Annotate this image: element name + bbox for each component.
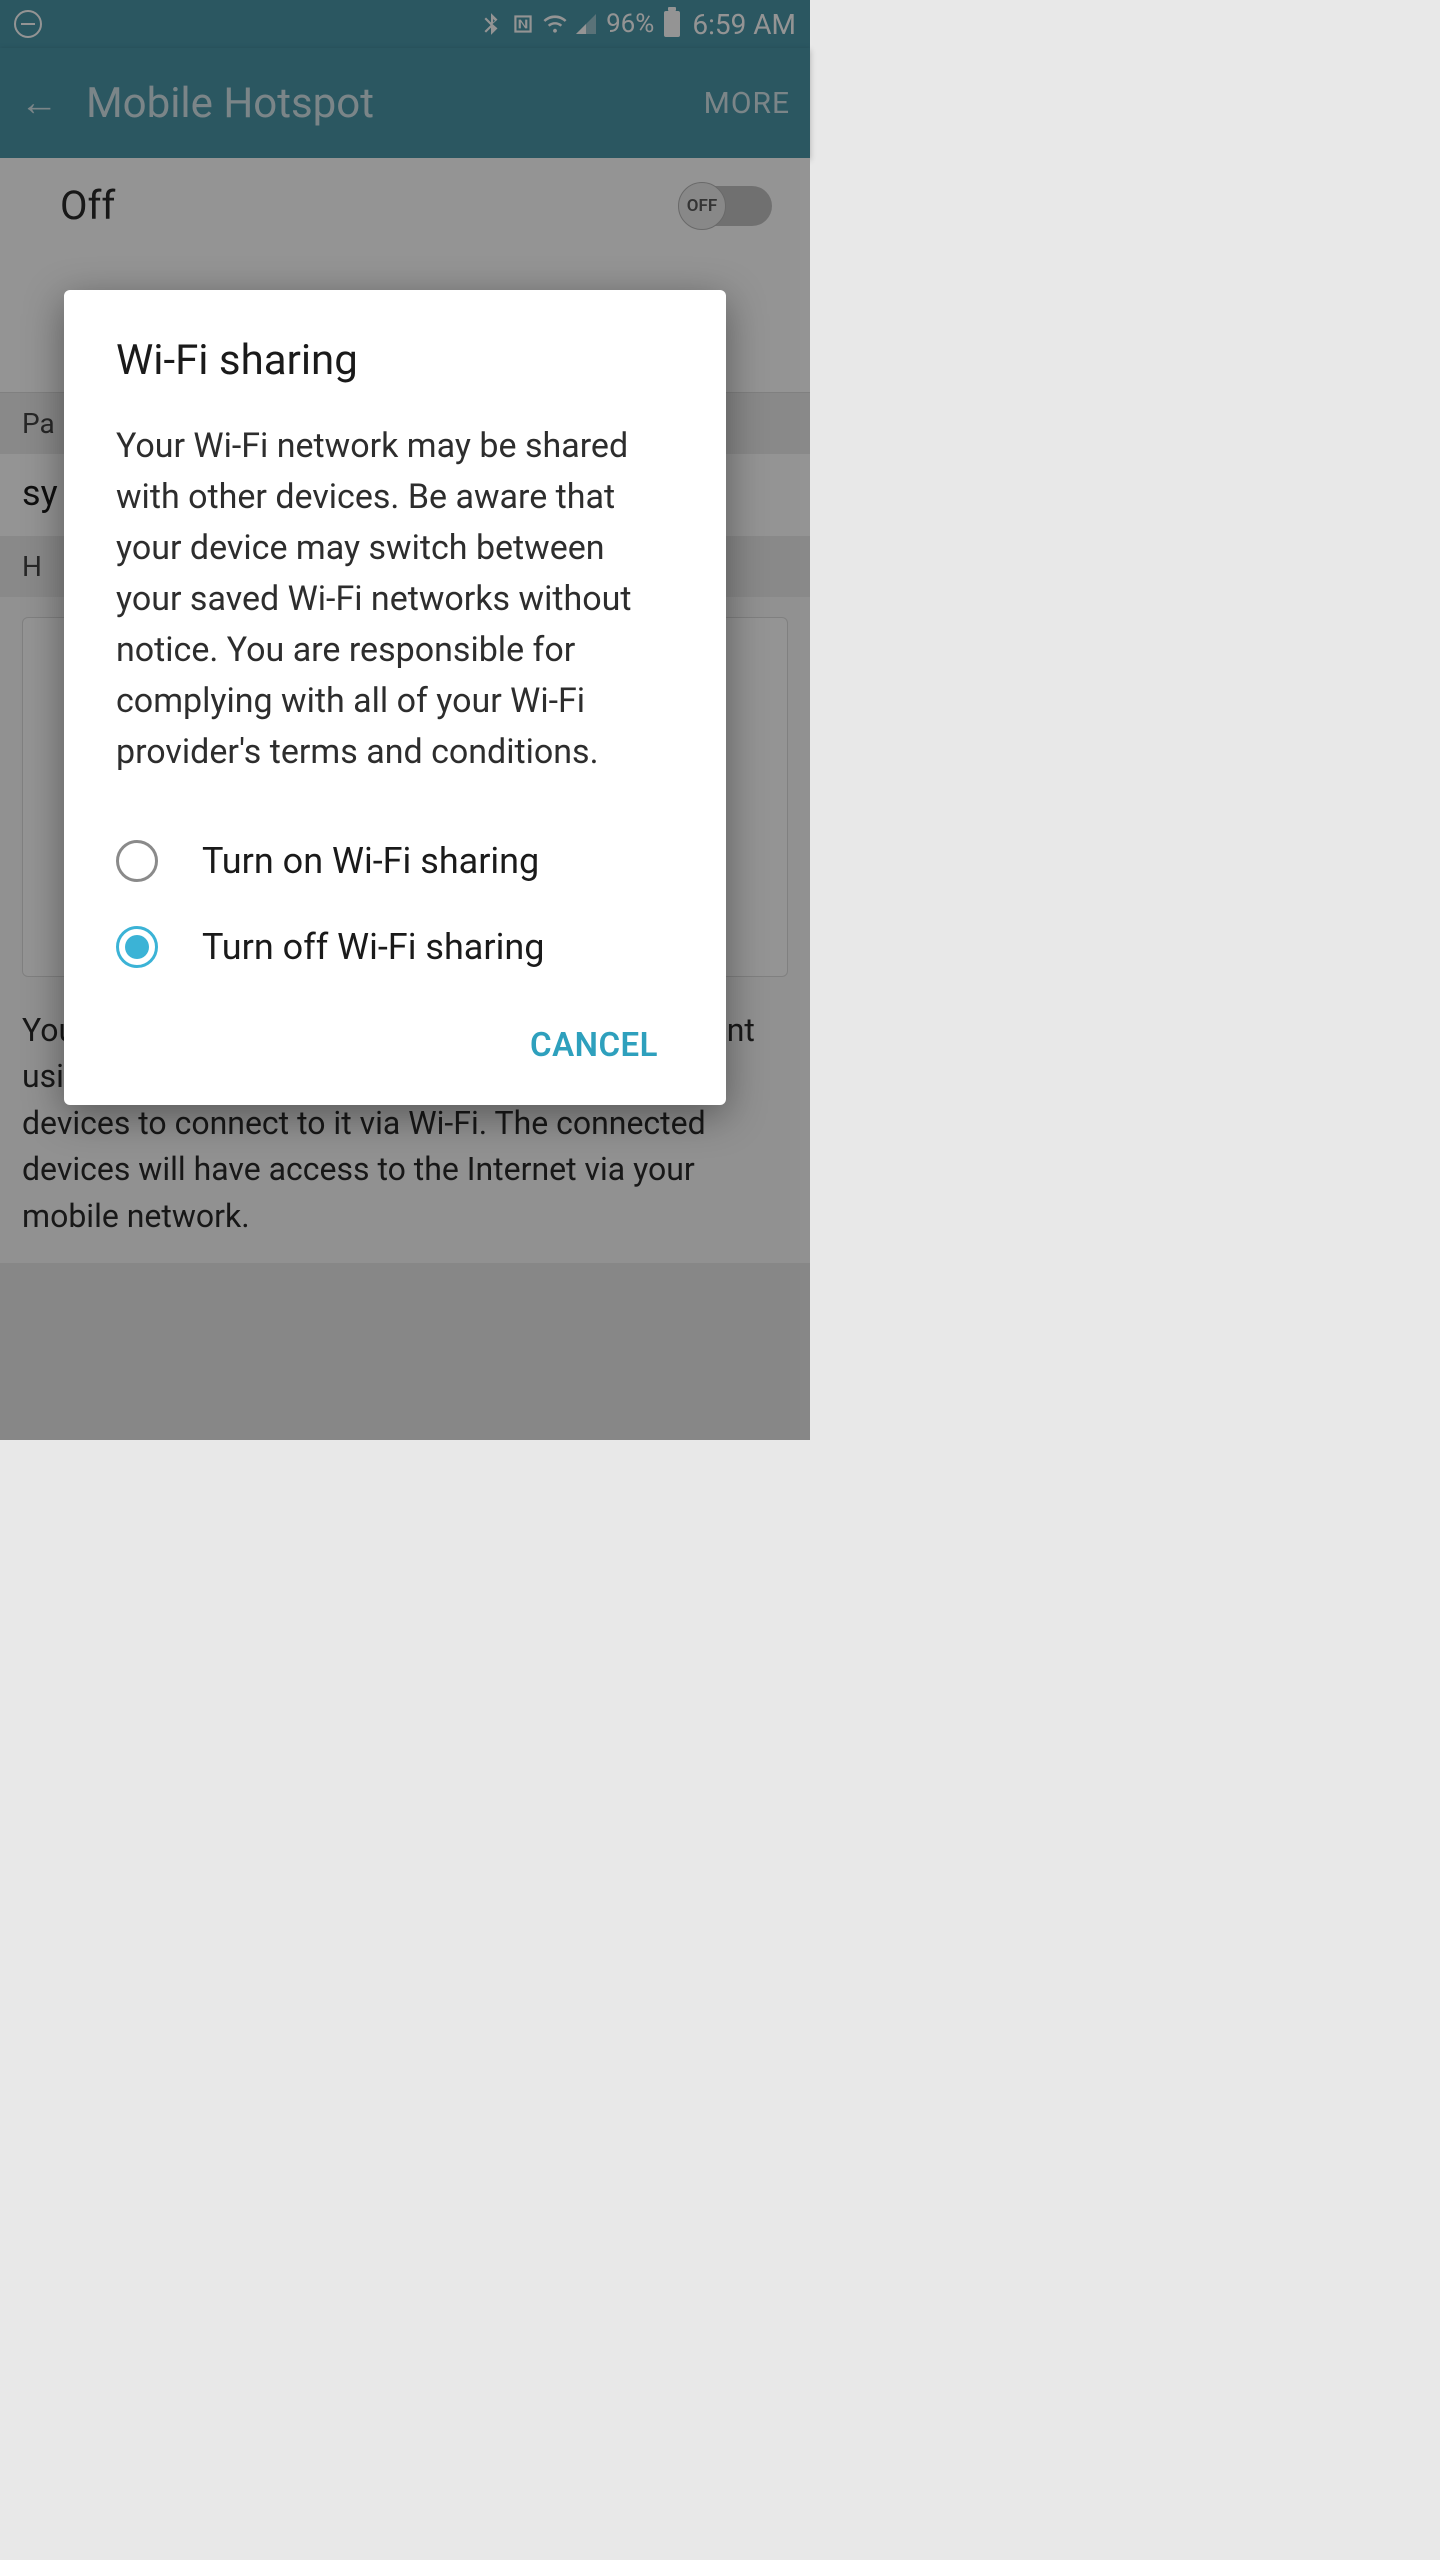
radio-turn-on-row[interactable]: Turn on Wi-Fi sharing [116, 818, 674, 904]
radio-turn-on-label: Turn on Wi-Fi sharing [202, 840, 539, 882]
dialog-title: Wi-Fi sharing [116, 336, 674, 385]
dialog-body: Your Wi-Fi network may be shared with ot… [116, 421, 674, 778]
radio-turn-off-label: Turn off Wi-Fi sharing [202, 926, 544, 968]
wifi-sharing-dialog: Wi-Fi sharing Your Wi-Fi network may be … [64, 290, 726, 1105]
radio-turn-off[interactable] [116, 926, 158, 968]
radio-turn-off-row[interactable]: Turn off Wi-Fi sharing [116, 904, 674, 990]
cancel-button[interactable]: CANCEL [514, 1014, 674, 1077]
radio-turn-on[interactable] [116, 840, 158, 882]
